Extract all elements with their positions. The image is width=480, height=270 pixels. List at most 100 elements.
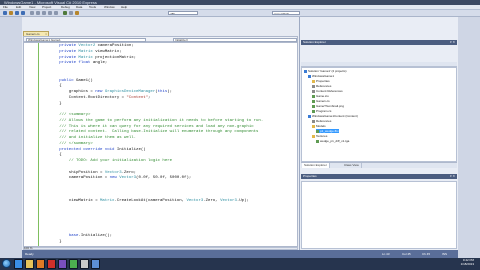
code-line: public Game1() (59, 78, 93, 83)
step-icon[interactable] (69, 11, 73, 15)
tree-item-label: Models (316, 124, 326, 128)
code-line: private Matrix projectionMatrix; (59, 55, 137, 60)
status-column: Col 45 (402, 252, 411, 256)
tree-item[interactable]: Solution 'Game1' (2 projects) (304, 69, 347, 73)
code-line: private Matrix viewMatrix; (59, 49, 122, 54)
tree-item[interactable]: WindowsGame1 (308, 74, 334, 78)
tree-item[interactable]: WindowsGame1Content (Content) (308, 114, 358, 118)
code-line: } (40, 101, 62, 106)
file-icon (312, 99, 315, 103)
tree-item[interactable]: Game.ico (312, 94, 329, 98)
properties-header: Properties ▾ ✕ (301, 174, 457, 179)
tree-item[interactable]: wedge_p1_diff_v1.tga (316, 139, 349, 143)
tree-item[interactable]: GameThumbnail.png (312, 104, 344, 108)
properties-title: Properties (303, 174, 317, 178)
app-icon-2[interactable] (91, 259, 100, 269)
tab-class-view[interactable]: Class View (342, 163, 362, 168)
menu-data[interactable]: Data (76, 5, 82, 9)
tool-window-tabs: Solution Explorer Class View (301, 162, 457, 168)
tree-item-label: Program.cs (316, 109, 332, 113)
tree-item[interactable]: Game1.cs (312, 99, 330, 103)
menu-project[interactable]: Project (42, 5, 51, 9)
code-line: { (40, 153, 62, 158)
code-line: } (40, 239, 62, 244)
tree-item[interactable]: Program.cs (312, 109, 331, 113)
start-debug-icon[interactable] (63, 11, 67, 15)
solution-tree: Solution 'Game1' (2 projects) WindowsGame… (301, 67, 457, 162)
code-line: /// </summary> (40, 141, 93, 146)
visual-studio-icon[interactable] (58, 259, 67, 269)
code-line: private float angle; (59, 61, 108, 66)
code-line: cameraPosition = new Vector3(0.0f, 50.0f… (40, 176, 192, 181)
project-icon (308, 74, 311, 78)
project-icon (304, 69, 307, 73)
tree-item[interactable]: p1_wedge.fbx (316, 129, 339, 133)
explorer-icon[interactable] (25, 259, 34, 269)
code-line: // TODO: Add your initialization logic h… (40, 159, 173, 163)
copy-icon[interactable] (36, 11, 40, 15)
stop-icon[interactable] (75, 11, 79, 15)
tree-item-label: WindowsGame1Content (Content) (312, 114, 358, 118)
code-line: /// related content. Calling base.Initia… (40, 130, 259, 135)
menu-view[interactable]: View (29, 5, 35, 9)
tree-item-label: Game.ico (316, 94, 329, 98)
save-all-icon[interactable] (21, 11, 25, 15)
code-line: Content.RootDirectory = "Content"; (40, 95, 151, 100)
menu-edit[interactable]: Edit (16, 5, 21, 9)
properties-grid[interactable] (301, 181, 457, 249)
menu-window[interactable]: Window (104, 5, 115, 9)
status-bar: Ready Ln 43 Col 45 Ch 45 INS (22, 250, 458, 258)
tree-item[interactable]: Textures (312, 134, 327, 138)
acrobat-icon[interactable] (47, 259, 56, 269)
ie-icon[interactable] (14, 259, 23, 269)
new-project-icon[interactable] (3, 11, 7, 15)
status-line: Ln 43 (382, 252, 390, 256)
code-line: shipPosition = Vector3.Zero; (40, 170, 137, 175)
find-combo[interactable]: projectPath (272, 11, 300, 15)
redo-icon[interactable] (54, 11, 58, 15)
paste-icon[interactable] (42, 11, 46, 15)
file-icon (312, 94, 315, 98)
status-ready: Ready (25, 252, 34, 256)
tree-item-label: Properties (316, 79, 330, 83)
cut-icon[interactable] (30, 11, 34, 15)
file-icon (316, 129, 319, 133)
code-line: /// and initialize them as well. (40, 136, 137, 140)
pane-options-icon[interactable]: ▾ ✕ (450, 174, 455, 179)
save-icon[interactable] (15, 11, 19, 15)
tree-item-label: References (316, 84, 332, 88)
tab-solution-explorer[interactable]: Solution Explorer (302, 163, 330, 168)
status-insert: INS (442, 252, 448, 256)
folder-icon (312, 134, 315, 138)
file-icon (312, 104, 315, 108)
system-clock[interactable]: 9:42 PM 1/18/2013 (456, 258, 474, 270)
tree-item[interactable]: Content References (312, 89, 343, 93)
solution-platform-combo[interactable]: x86 (168, 11, 198, 15)
start-button[interactable] (2, 259, 11, 268)
tree-item[interactable]: References (312, 119, 331, 123)
chrome-icon[interactable] (69, 259, 78, 269)
status-char: Ch 45 (422, 252, 431, 256)
code-line: /// Allows the game to perform any initi… (40, 118, 264, 123)
menu-tools[interactable]: Tools (89, 5, 96, 9)
open-icon[interactable] (9, 11, 13, 15)
code-line: protected override void Initialize() (59, 147, 146, 152)
app-icon-1[interactable] (80, 259, 89, 269)
reference-icon (312, 119, 315, 123)
code-line: /// <summary> (40, 113, 91, 117)
folder-icon (312, 124, 315, 128)
tree-item[interactable]: Models (312, 124, 326, 128)
tree-item[interactable]: Properties (312, 79, 330, 83)
pane-options-icon[interactable]: ▾ ✕ (450, 40, 455, 45)
code-editor[interactable]: private Vector2 cameraPosition; private … (23, 42, 298, 247)
menu-file[interactable]: File (3, 5, 8, 9)
code-line: { (40, 84, 62, 89)
menu-debug[interactable]: Debug (61, 5, 70, 9)
tree-item-label: Solution 'Game1' (2 projects) (308, 69, 347, 73)
menu-help[interactable]: Help (121, 5, 127, 9)
undo-icon[interactable] (48, 11, 52, 15)
media-player-icon[interactable] (36, 259, 45, 269)
tree-item[interactable]: References (312, 84, 331, 88)
toolbar (0, 10, 480, 17)
file-icon (312, 109, 315, 113)
